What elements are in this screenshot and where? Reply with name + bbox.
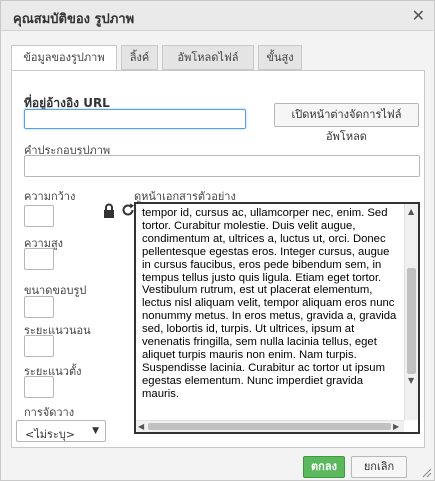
alt-text-input[interactable]: [24, 155, 420, 177]
preview-vertical-scrollbar[interactable]: ▲ ▼: [404, 204, 418, 420]
tab-link[interactable]: ลิ้งค์: [121, 45, 158, 70]
preview-text: tempor id, cursus ac, ullamcorper nec, e…: [142, 207, 397, 400]
alignment-label: การจัดวาง: [24, 406, 75, 419]
scroll-up-icon[interactable]: ▲: [408, 207, 414, 216]
cancel-button[interactable]: ยกเลิก: [351, 456, 407, 478]
tab-image-info[interactable]: ข้อมูลของรูปภาพ: [11, 45, 117, 72]
tab-upload[interactable]: อัพโหลดไฟล์: [162, 45, 254, 70]
ok-button[interactable]: ตกลง: [303, 456, 345, 478]
preview-horizontal-scroll-thumb[interactable]: [148, 423, 391, 430]
scroll-right-icon[interactable]: ▶: [393, 422, 399, 431]
hspace-input[interactable]: [24, 335, 54, 357]
dialog-titlebar[interactable]: คุณสมบัติของ รูปภาพ ✕: [1, 1, 434, 31]
reset-size-icon[interactable]: [121, 202, 135, 218]
alignment-select[interactable]: <ไม่ระบุ> ▼: [16, 420, 106, 442]
scroll-left-icon[interactable]: ◀: [138, 422, 144, 431]
height-input[interactable]: [24, 248, 54, 270]
chevron-down-icon: ▼: [92, 426, 99, 436]
image-properties-dialog: คุณสมบัติของ รูปภาพ ✕ ข้อมูลของรูปภาพ ลิ…: [0, 0, 435, 481]
tab-advanced[interactable]: ขั้นสูง: [258, 45, 302, 70]
preview-vertical-scroll-thumb[interactable]: [407, 268, 416, 374]
url-input[interactable]: [24, 109, 246, 129]
image-info-panel: ที่อยู่อ้างอิง URL เปิดหน้าต่างจัดการไฟล…: [11, 70, 425, 448]
preview-horizontal-scrollbar[interactable]: ◀ ▶: [136, 420, 404, 432]
vspace-input[interactable]: [24, 376, 54, 398]
alignment-selected-value: <ไม่ระบุ>: [25, 428, 76, 441]
scroll-down-icon[interactable]: ▼: [408, 376, 414, 385]
lock-icon[interactable]: [102, 203, 116, 219]
dialog-title: คุณสมบัติของ รูปภาพ: [13, 12, 135, 27]
border-input[interactable]: [24, 296, 54, 318]
width-input[interactable]: [24, 205, 54, 227]
width-label: ความกว้าง: [24, 190, 76, 203]
preview-box[interactable]: tempor id, cursus ac, ullamcorper nec, e…: [134, 202, 420, 434]
browse-server-button[interactable]: เปิดหน้าต่างจัดการไฟล์อัพโหลด: [274, 103, 419, 143]
close-icon[interactable]: ✕: [412, 6, 425, 25]
resize-grip-icon[interactable]: [422, 468, 432, 478]
